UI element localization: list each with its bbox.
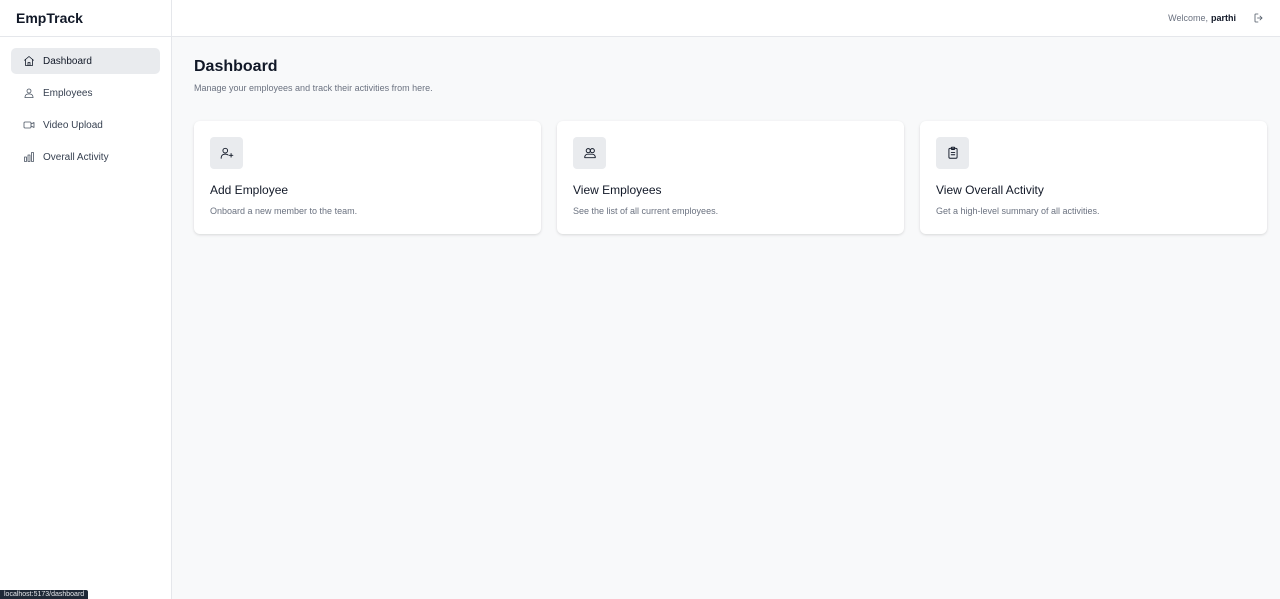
sidebar-nav: Dashboard Employees Video Upload Overall… <box>0 37 171 170</box>
app-root: EmpTrack Dashboard Employees Video Uploa… <box>0 0 1280 599</box>
sidebar-item-label: Video Upload <box>43 119 103 131</box>
users-icon <box>573 137 606 169</box>
welcome-text: Welcome, <box>1168 13 1208 23</box>
card-title: View Employees <box>573 183 662 197</box>
sidebar-item-label: Overall Activity <box>43 151 109 163</box>
bar-chart-icon <box>22 150 36 164</box>
sidebar-item-dashboard[interactable]: Dashboard <box>11 48 160 74</box>
page-title: Dashboard <box>194 58 278 75</box>
view-employees-card[interactable]: View Employees See the list of all curre… <box>557 121 904 234</box>
action-cards: Add Employee Onboard a new member to the… <box>194 121 1268 234</box>
clipboard-icon <box>936 137 969 169</box>
sidebar-item-overall-activity[interactable]: Overall Activity <box>11 144 160 170</box>
username: parthi <box>1210 13 1236 23</box>
sidebar-item-video-upload[interactable]: Video Upload <box>11 112 160 138</box>
home-icon <box>22 54 36 68</box>
card-description: Onboard a new member to the team. <box>210 206 358 216</box>
users-icon <box>22 86 36 100</box>
sidebar: EmpTrack Dashboard Employees Video Uploa… <box>0 0 172 599</box>
video-icon <box>22 118 36 132</box>
card-title: View Overall Activity <box>936 183 1044 197</box>
page-subtitle: Manage your employees and track their ac… <box>194 83 433 93</box>
brand-logo[interactable]: EmpTrack <box>0 0 171 37</box>
sidebar-item-label: Dashboard <box>43 55 92 67</box>
status-bar-url: localhost:5173/dashboard <box>0 590 89 599</box>
card-description: See the list of all current employees. <box>573 206 719 216</box>
topbar: Welcome, parthi <box>172 0 1280 37</box>
card-title: Add Employee <box>210 183 289 197</box>
logout-icon <box>1254 13 1263 23</box>
add-employee-card[interactable]: Add Employee Onboard a new member to the… <box>194 121 541 234</box>
user-plus-icon <box>210 137 243 169</box>
main-content: Dashboard Manage your employees and trac… <box>194 58 1268 234</box>
sidebar-item-label: Employees <box>43 87 93 99</box>
view-overall-activity-card[interactable]: View Overall Activity Get a high-level s… <box>920 121 1267 234</box>
sidebar-item-employees[interactable]: Employees <box>11 80 160 106</box>
logout-button[interactable] <box>1252 11 1266 25</box>
card-description: Get a high-level summary of all activiti… <box>936 206 1100 216</box>
